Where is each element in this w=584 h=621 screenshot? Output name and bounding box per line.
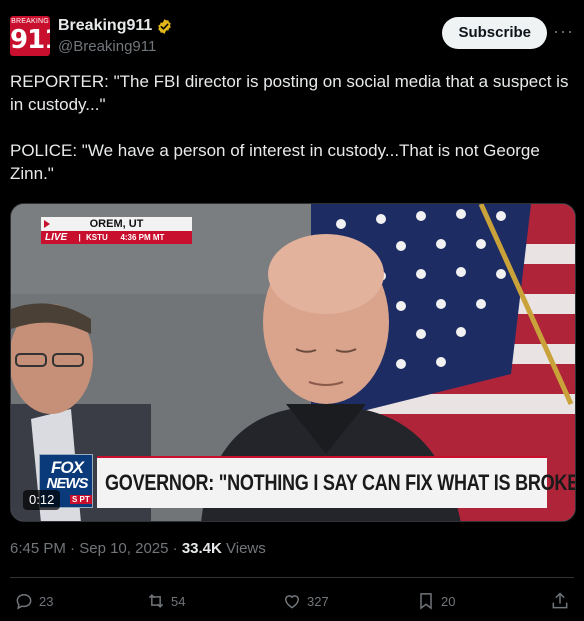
reply-count: 23: [39, 593, 54, 609]
live-separator: |: [78, 233, 81, 242]
views-label: Views: [226, 540, 266, 557]
bookmark-icon: [420, 593, 432, 610]
action-bar: 23 54 327 20: [0, 589, 584, 613]
verified-badge-icon: [158, 18, 172, 34]
chyron-banner: GOVERNOR: "NOTHING I SAY CAN FIX WHAT IS…: [97, 456, 575, 508]
post-text: REPORTER: "The FBI director is posting o…: [10, 70, 576, 185]
station-label: KSTU: [85, 233, 108, 242]
meta-separator-2: ·: [172, 540, 178, 557]
account-names: Breaking911 @Breaking911: [58, 17, 173, 55]
display-name: Breaking911: [58, 17, 153, 34]
video-player[interactable]: OREM, UT LIVE | KSTU 4:36 PM MT FOX NEWS…: [10, 203, 576, 522]
divider: [10, 577, 574, 578]
post-paragraph-1: REPORTER: "The FBI director is posting o…: [10, 72, 569, 114]
avatar-text-top: BREAKING: [11, 18, 49, 25]
post-time[interactable]: 6:45 PM: [10, 540, 66, 557]
display-name-link[interactable]: Breaking911: [58, 17, 173, 35]
post-meta: 6:45 PM · Sep 10, 2025 · 33.4K Views: [10, 540, 266, 557]
time-separator: [113, 233, 115, 242]
broadcast-time: 4:36 PM MT: [120, 233, 165, 242]
bookmark-count: 20: [441, 593, 456, 609]
subscribe-button[interactable]: Subscribe: [442, 17, 547, 49]
repost-button[interactable]: 54: [146, 589, 185, 613]
like-button[interactable]: 327: [282, 589, 329, 613]
reply-icon: [16, 593, 32, 610]
post-paragraph-2: POLICE: "We have a person of interest in…: [10, 141, 540, 183]
play-arrow-icon: [44, 220, 50, 228]
reply-button[interactable]: 23: [14, 589, 53, 613]
bookmark-button[interactable]: 20: [416, 589, 455, 613]
live-label: LIVE: [45, 232, 68, 243]
live-bar: LIVE | KSTU 4:36 PM MT: [41, 231, 192, 244]
location-text: OREM, UT: [41, 217, 192, 231]
post-date[interactable]: Sep 10, 2025: [79, 540, 168, 557]
handle[interactable]: @Breaking911: [58, 38, 173, 55]
meta-separator-1: ·: [70, 540, 76, 557]
more-icon[interactable]: ···: [553, 22, 574, 40]
like-count: 327: [307, 593, 329, 609]
repost-icon: [148, 594, 164, 608]
share-button[interactable]: [550, 589, 570, 613]
location-banner: OREM, UT LIVE | KSTU 4:36 PM MT: [41, 217, 192, 244]
avatar[interactable]: BREAKING 911: [10, 16, 50, 56]
chyron-text: GOVERNOR: "NOTHING I SAY CAN FIX WHAT IS…: [105, 470, 576, 495]
logo-line-3: S PT: [70, 495, 92, 504]
video-timestamp: 0:12: [23, 490, 61, 510]
avatar-text-num: 911: [10, 25, 50, 55]
views-count: 33.4K: [181, 540, 222, 557]
like-icon: [284, 595, 300, 609]
share-icon: [552, 592, 568, 609]
post-header: BREAKING 911 Breaking911 @Breaking911 Su…: [10, 15, 574, 59]
repost-count: 54: [171, 593, 186, 609]
